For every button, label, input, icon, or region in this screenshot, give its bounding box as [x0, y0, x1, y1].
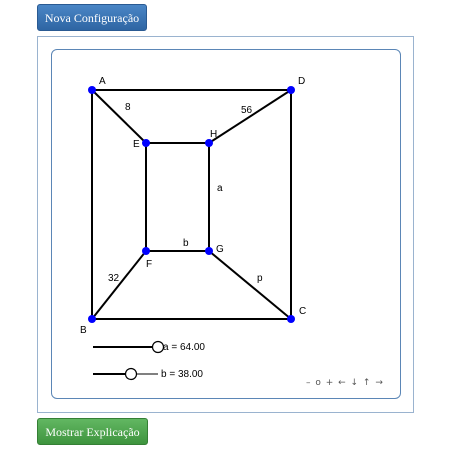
edge-label-dh: 56 — [241, 105, 253, 116]
vertex-label-h: H — [210, 129, 217, 140]
vertex-f[interactable] — [142, 247, 150, 255]
vertex-g[interactable] — [205, 247, 213, 255]
vertex-label-b: B — [80, 325, 87, 336]
edge-label-fg: b — [183, 238, 189, 249]
vertex-e[interactable] — [142, 139, 150, 147]
slider-b-handle[interactable] — [124, 367, 138, 381]
show-explanation-button[interactable]: Mostrar Explicação — [37, 418, 148, 445]
vertex-d[interactable] — [287, 86, 295, 94]
edge-label-gc: p — [257, 273, 263, 284]
vertex-a[interactable] — [88, 86, 96, 94]
vertex-h[interactable] — [205, 139, 213, 147]
vertex-label-c: C — [299, 306, 306, 317]
edge-label-hg: a — [217, 183, 223, 194]
edge-label-bf: 32 — [108, 273, 120, 284]
vertex-c[interactable] — [287, 315, 295, 323]
vertex-label-f: F — [146, 259, 152, 270]
vertex-b[interactable] — [88, 315, 96, 323]
view-navigation-controls[interactable]: – o + ← ↓ ↑ → — [306, 378, 384, 388]
vertex-label-d: D — [298, 76, 305, 87]
vertex-label-a: A — [99, 76, 106, 87]
edge-label-ae: 8 — [125, 102, 131, 113]
slider-b-label: b = 38.00 — [161, 369, 203, 380]
edge-dh — [208, 89, 292, 144]
edge-bf — [91, 250, 147, 320]
vertex-label-g: G — [216, 244, 224, 255]
vertex-label-e: E — [133, 139, 140, 150]
slider-a-handle[interactable] — [151, 340, 165, 354]
slider-a-label: a = 64.00 — [163, 342, 205, 353]
edge-gc — [208, 250, 292, 320]
edge-ae — [91, 89, 147, 144]
